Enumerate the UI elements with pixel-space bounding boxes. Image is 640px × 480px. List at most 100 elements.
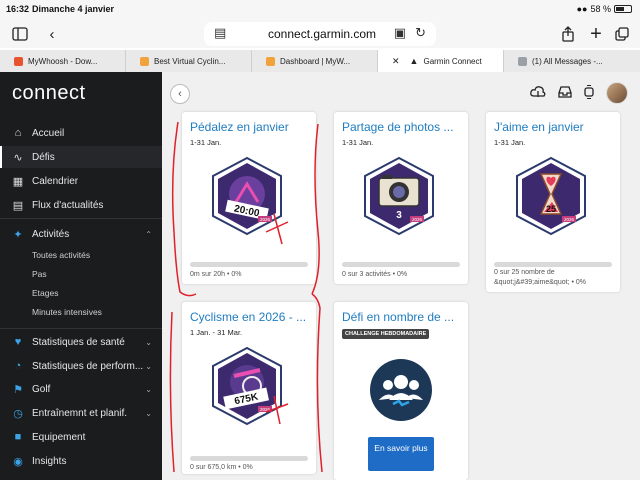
tab-label: Garmin Connect: [423, 56, 482, 66]
sidebar-item-activites[interactable]: ✦ Activités ⌃: [0, 223, 162, 245]
bulb-icon: ◉: [13, 455, 23, 468]
tab-settings-icon[interactable]: ▤: [214, 25, 226, 41]
close-tab-icon[interactable]: ✕: [392, 56, 400, 67]
sidebar-item-accueil[interactable]: ⌂ Accueil: [0, 122, 162, 144]
sidebar-item-label: Equipement: [32, 431, 86, 443]
sidebar-divider: [0, 328, 162, 329]
tab-best-virtual-cycling[interactable]: Best Virtual Cyclin...: [126, 50, 252, 72]
reload-icon[interactable]: ↻: [415, 25, 426, 41]
wave-icon: ∿: [13, 151, 23, 164]
sidebar-subitem[interactable]: Etages: [32, 288, 58, 298]
chevron-up-icon[interactable]: ⌃: [145, 230, 152, 239]
cycling-distance-badge-icon: 675K 2026: [212, 346, 282, 426]
status-time: 16:32: [6, 4, 30, 14]
challenge-card[interactable]: J'aime en janvier 1-31 Jan. 25 2026 0 su…: [486, 112, 620, 292]
tab-label: (1) All Messages -...: [532, 56, 603, 66]
main-content: ‹ Pédalez en janvier 1-31 Jan. 20:00 202…: [162, 72, 640, 480]
hourglass-badge-icon: 25 2026: [516, 156, 586, 236]
sidebar-item-label: Golf: [32, 383, 51, 395]
sidebar-subitem[interactable]: Pas: [32, 269, 47, 279]
tabs-overview-icon[interactable]: [610, 23, 634, 45]
card-dates: 1-31 Jan.: [494, 138, 526, 147]
badge-year: 2026: [260, 217, 271, 222]
new-tab-icon[interactable]: +: [584, 23, 608, 45]
challenge-card[interactable]: Partage de photos ... 1-31 Jan. 3 2026 0…: [334, 112, 468, 284]
sidebar-toggle-icon[interactable]: [8, 23, 32, 45]
sidebar-item-insights[interactable]: ◉ Insights: [0, 450, 162, 472]
tab-mywhoosh[interactable]: MyWhoosh - Dow...: [0, 50, 126, 72]
browser-toolbar: ‹ ▤ connect.garmin.com ▣ ↻ +: [0, 18, 640, 48]
chevron-down-icon[interactable]: ⌄: [145, 338, 152, 347]
sidebar-item-label: Statistiques de perform...: [32, 360, 144, 372]
figure-favicon: [140, 56, 149, 66]
mywhoosh-favicon: [14, 56, 23, 66]
sidebar-item-flux[interactable]: ▤ Flux d'actualités: [0, 194, 162, 216]
challenge-card[interactable]: Cyclisme en 2026 - ... 1 Jan. - 31 Mar. …: [182, 302, 316, 474]
sidebar-item-performance[interactable]: ◔ Statistiques de perform... ⌄: [0, 355, 162, 377]
chevron-down-icon[interactable]: ⌄: [145, 362, 152, 371]
status-date: Dimanche 4 janvier: [32, 4, 115, 14]
reader-icon[interactable]: ▣: [394, 25, 406, 41]
progress-bar: [494, 262, 612, 267]
avatar[interactable]: [606, 82, 628, 104]
tab-label: Dashboard | MyW...: [280, 56, 351, 66]
tab-garmin-connect[interactable]: ✕ ▲ Garmin Connect: [378, 50, 504, 72]
sidebar-item-equipement[interactable]: ■ Equipement: [0, 426, 162, 448]
shoe-icon: ■: [14, 431, 22, 443]
chevron-down-icon[interactable]: ⌄: [145, 385, 152, 394]
stopwatch-icon: ◷: [13, 407, 23, 420]
header-icons: [530, 82, 628, 104]
cycling-badge-icon: 20:00 2026: [212, 156, 282, 236]
card-title[interactable]: J'aime en janvier: [494, 120, 584, 134]
learn-more-button[interactable]: En savoir plus: [368, 437, 434, 471]
home-icon: ⌂: [14, 127, 22, 139]
sidebar-item-sante[interactable]: ♥ Statistiques de santé ⌄: [0, 331, 162, 353]
card-dates: 1-31 Jan.: [190, 138, 222, 147]
sidebar: connect ⌂ Accueil ∿ Défis ▦ Calendrier ▤…: [0, 72, 162, 480]
news-icon: ▤: [12, 199, 24, 212]
calendar-icon: ▦: [12, 175, 24, 188]
challenge-card[interactable]: Défi en nombre de ... CHALLENGE HEBDOMAD…: [334, 302, 468, 480]
card-title[interactable]: Pédalez en janvier: [190, 120, 289, 134]
status-bar: 16:32 Dimanche 4 janvier ●● 58 %: [0, 0, 640, 18]
sidebar-item-defis[interactable]: ∿ Défis: [0, 146, 162, 168]
challenge-card[interactable]: Pédalez en janvier 1-31 Jan. 20:00 2026 …: [182, 112, 316, 284]
sidebar-item-label: Défis: [32, 151, 55, 163]
share-icon[interactable]: [556, 23, 580, 45]
card-title[interactable]: Cyclisme en 2026 - ...: [190, 310, 306, 324]
runner-icon: ✦: [13, 228, 23, 241]
sidebar-item-label: Statistiques de santé: [32, 336, 125, 348]
tab-label: Best Virtual Cyclin...: [154, 56, 226, 66]
card-title[interactable]: Partage de photos ...: [342, 120, 453, 134]
sidebar-item-calendrier[interactable]: ▦ Calendrier: [0, 170, 162, 192]
url-text: connect.garmin.com: [268, 27, 377, 41]
figure-favicon: [266, 56, 275, 66]
tab-all-messages[interactable]: (1) All Messages -...: [504, 50, 630, 72]
sidebar-item-label: Calendrier: [32, 175, 79, 187]
sidebar-item-golf[interactable]: ⚑ Golf ⌄: [0, 378, 162, 400]
sidebar-subitem[interactable]: Minutes intensives: [32, 307, 102, 317]
card-title[interactable]: Défi en nombre de ...: [342, 310, 454, 324]
upload-icon[interactable]: [530, 85, 546, 102]
battery-icon: [614, 5, 632, 13]
chevron-down-icon[interactable]: ⌄: [145, 409, 152, 418]
gauge-icon: ◔: [14, 360, 22, 372]
progress-text: 0 sur 25 nombre de &quot;j&#39;aime&quot…: [494, 269, 586, 286]
connect-logo[interactable]: connect: [12, 82, 86, 105]
badge-year: 2026: [564, 217, 575, 222]
badge-value: 25: [546, 204, 556, 214]
watch-icon[interactable]: [584, 83, 594, 102]
sidebar-subitem[interactable]: Toutes activités: [32, 250, 90, 260]
sidebar-item-entrainement[interactable]: ◷ Entraînemnt et planif. ⌄: [0, 402, 162, 424]
address-bar[interactable]: ▤ connect.garmin.com ▣ ↻: [204, 22, 436, 46]
inbox-icon[interactable]: [558, 85, 572, 101]
tab-dashboard[interactable]: Dashboard | MyW...: [252, 50, 378, 72]
badge-value: 3: [396, 210, 402, 221]
back-button[interactable]: ‹: [170, 84, 190, 104]
back-arrow-icon[interactable]: ‹: [40, 23, 64, 45]
golf-icon: ⚑: [13, 383, 23, 396]
sidebar-item-label: Activités: [32, 228, 70, 240]
weekly-tag: CHALLENGE HEBDOMADAIRE: [342, 329, 430, 339]
battery-percent: 58 %: [590, 4, 611, 14]
group-challenge-icon: [370, 359, 432, 421]
